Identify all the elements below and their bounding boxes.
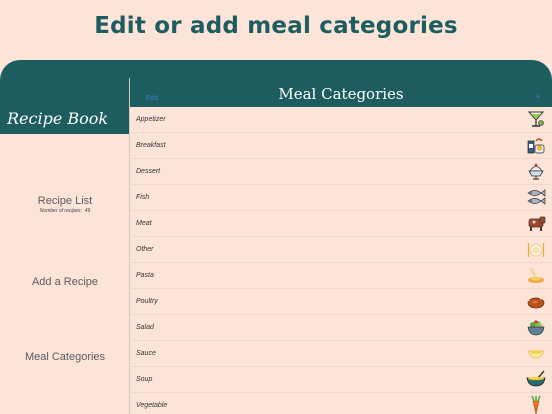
category-name: Other [136,246,154,253]
cow-icon [526,213,546,233]
list-item[interactable]: Appetizer [131,107,552,133]
category-name: Vegetable [136,402,168,409]
roast-chicken-icon [526,291,546,311]
list-item[interactable]: Meat [131,211,552,237]
list-item[interactable]: Soup [131,367,552,393]
category-list: Appetizer Breakfast Dessert Fish Meat Ot… [131,107,552,414]
add-category-button[interactable]: + [535,92,541,103]
carrot-icon [526,395,546,414]
sidebar-item-meal-categories[interactable]: Meal Categories [0,351,130,363]
fish-icon [526,187,546,207]
list-item[interactable]: Dessert [131,159,552,185]
list-item[interactable]: Poultry [131,289,552,315]
category-name: Fish [136,194,150,201]
category-name: Salad [136,324,154,331]
breakfast-icon [526,135,546,155]
sidebar-item-label: Meal Categories [24,351,106,363]
sundae-icon [526,161,546,181]
sauce-boat-icon [526,343,546,363]
split-divider [129,78,130,414]
sidebar-item-add-recipe[interactable]: Add a Recipe [0,276,130,288]
list-item[interactable]: Breakfast [131,133,552,159]
soup-bowl-icon [526,369,546,389]
list-item[interactable]: Pasta [131,263,552,289]
category-name: Poultry [136,298,158,305]
category-name: Appetizer [136,116,166,123]
sidebar-header: Recipe Book [0,107,130,134]
cocktail-icon [526,109,546,129]
plate-icon [526,239,546,259]
list-item[interactable]: Vegetable [131,393,552,414]
salad-bowl-icon [526,317,546,337]
app-window: Recipe Book Recipe List Number of recipe… [0,60,552,414]
sidebar-item-recipe-list[interactable]: Recipe List Number of recipes: 49 [0,195,130,214]
list-item[interactable]: Salad [131,315,552,341]
sidebar-item-label: Add a Recipe [31,276,99,288]
page-title: Meal Categories [278,85,404,103]
sidebar-title: Recipe Book [7,109,109,128]
list-item[interactable]: Sauce [131,341,552,367]
pasta-icon [526,265,546,285]
recipe-count: Number of recipes: 49 [39,208,91,214]
sidebar-item-label: Recipe List [37,195,93,207]
category-name: Sauce [136,350,156,357]
category-name: Soup [136,376,153,383]
category-name: Dessert [136,168,161,175]
category-name: Pasta [136,272,154,279]
category-name: Meat [136,220,152,227]
list-item[interactable]: Fish [131,185,552,211]
category-name: Breakfast [136,142,166,149]
list-item[interactable]: Other [131,237,552,263]
headline: Edit or add meal categories [94,13,458,39]
